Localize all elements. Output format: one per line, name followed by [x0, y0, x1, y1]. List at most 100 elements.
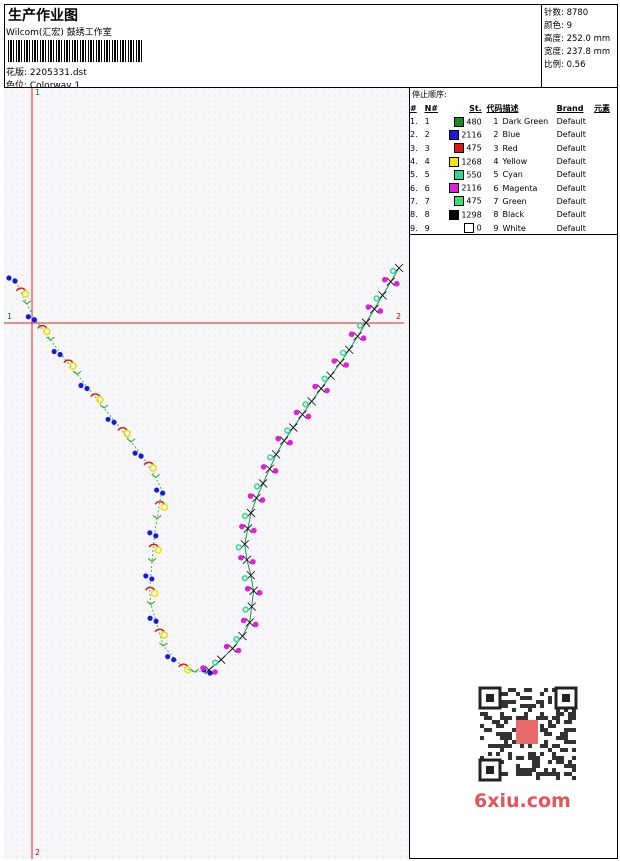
ruler-top: 1: [35, 88, 41, 97]
blue-flower-mark: [31, 317, 37, 323]
qr-finder-center: [486, 694, 494, 702]
qr-module: [536, 760, 540, 764]
qr-module: [508, 700, 512, 704]
brand: Default: [556, 196, 586, 206]
table-row: 8. 8 1298 8 Black Default: [410, 208, 617, 221]
color-description: Black: [502, 210, 525, 220]
qr-module: [500, 716, 504, 720]
qr-module: [504, 704, 508, 708]
blue-flower-mark: [105, 416, 111, 422]
qr-module: [500, 712, 504, 716]
magenta-flower-mark: [287, 439, 293, 446]
table-row: 5. 5 550 5 Cyan Default: [410, 168, 617, 181]
magenta-flower-mark: [223, 643, 230, 650]
qr-module: [548, 700, 552, 704]
qr-module: [568, 740, 572, 744]
qr-module: [564, 748, 568, 752]
color-description: Red: [502, 143, 518, 153]
qr-module: [568, 760, 572, 764]
qr-module: [556, 776, 560, 780]
qr-module: [536, 700, 540, 704]
qr-module: [488, 728, 492, 732]
qr-module: [536, 772, 540, 776]
stitch-count: 针数: 8780: [544, 8, 589, 18]
element: [594, 142, 617, 155]
stitch-count: 0: [447, 221, 482, 234]
column-header: St.: [469, 103, 482, 113]
color-swatch: [464, 223, 475, 234]
color-code: 6: [493, 183, 499, 193]
qr-module: [572, 776, 576, 780]
qr-module: [500, 748, 504, 752]
qr-module: [544, 744, 548, 748]
qr-module: [504, 740, 508, 744]
design-name: 花版: 2205331.dst: [6, 68, 87, 78]
color-swatch: [448, 183, 459, 194]
color-count: 颜色: 9: [544, 21, 572, 31]
element: [594, 181, 617, 194]
magenta-flower-mark: [251, 527, 257, 534]
qr-module: [556, 744, 560, 748]
magenta-flower-mark: [348, 331, 355, 338]
needle-number: 1: [424, 117, 430, 127]
qr-module: [540, 752, 544, 756]
magenta-flower-mark: [256, 589, 263, 596]
qr-module: [556, 720, 560, 724]
element: [594, 195, 617, 208]
ruler-right: 2: [396, 312, 402, 321]
magenta-flower-mark: [331, 358, 338, 364]
color-code: 1: [493, 117, 499, 127]
qr-module: [524, 704, 528, 708]
blue-flower-mark: [6, 275, 12, 281]
blue-flower-mark: [51, 348, 57, 355]
qr-module: [564, 740, 568, 744]
color-swatch: [453, 116, 464, 127]
stitch-count: 1268: [447, 155, 482, 168]
qr-module: [508, 756, 512, 760]
qr-module: [540, 772, 544, 776]
qr-module: [504, 700, 508, 704]
qr-module: [532, 768, 536, 772]
qr-module: [552, 724, 556, 728]
color-description: Dark Green: [502, 117, 549, 127]
qr-module: [516, 756, 520, 760]
qr-module: [500, 736, 504, 740]
color-code: 3: [493, 143, 499, 153]
row-number: 8.: [410, 210, 418, 220]
qr-module: [536, 764, 540, 768]
qr-module: [556, 772, 560, 776]
table-row: 4. 4 1268 4 Yellow Default: [410, 155, 617, 168]
qr-module: [500, 744, 504, 748]
qr-module: [532, 756, 536, 760]
magenta-flower-mark: [324, 387, 330, 394]
table-row: 6. 6 2116 6 Magenta Default: [410, 181, 617, 194]
color-swatch: [453, 169, 464, 180]
qr-module: [504, 744, 508, 748]
magenta-flower-mark: [275, 435, 281, 442]
qr-module: [504, 772, 508, 776]
qr-module: [540, 744, 544, 748]
qr-module: [496, 732, 500, 736]
qr-module: [560, 748, 564, 752]
qr-module: [564, 764, 568, 768]
qr-module: [572, 716, 576, 720]
qr-module: [520, 772, 524, 776]
magenta-flower-mark: [239, 523, 245, 530]
qr-module: [528, 704, 532, 708]
qr-module: [556, 760, 560, 764]
qr-module: [488, 744, 492, 748]
qr-module: [492, 720, 496, 724]
qr-module: [512, 728, 516, 732]
embroidery-preview: [4, 88, 410, 859]
design-scale: 比例: 0.56: [544, 60, 586, 70]
magenta-flower-mark: [250, 558, 256, 565]
color-code: 7: [493, 196, 499, 206]
blue-flower-mark: [149, 576, 155, 582]
stitch-count: 1298: [447, 208, 482, 221]
stop-sequence-panel: 停止顺序: # N# St. 代码 描述 Brand 元素 1. 1 480 1 Dark Gre…: [410, 88, 618, 235]
qr-module: [560, 712, 564, 716]
blue-flower-mark: [57, 351, 63, 358]
color-description: Blue: [502, 130, 521, 140]
qr-module: [528, 696, 532, 700]
design-width: 宽度: 237.8 mm: [544, 47, 611, 57]
